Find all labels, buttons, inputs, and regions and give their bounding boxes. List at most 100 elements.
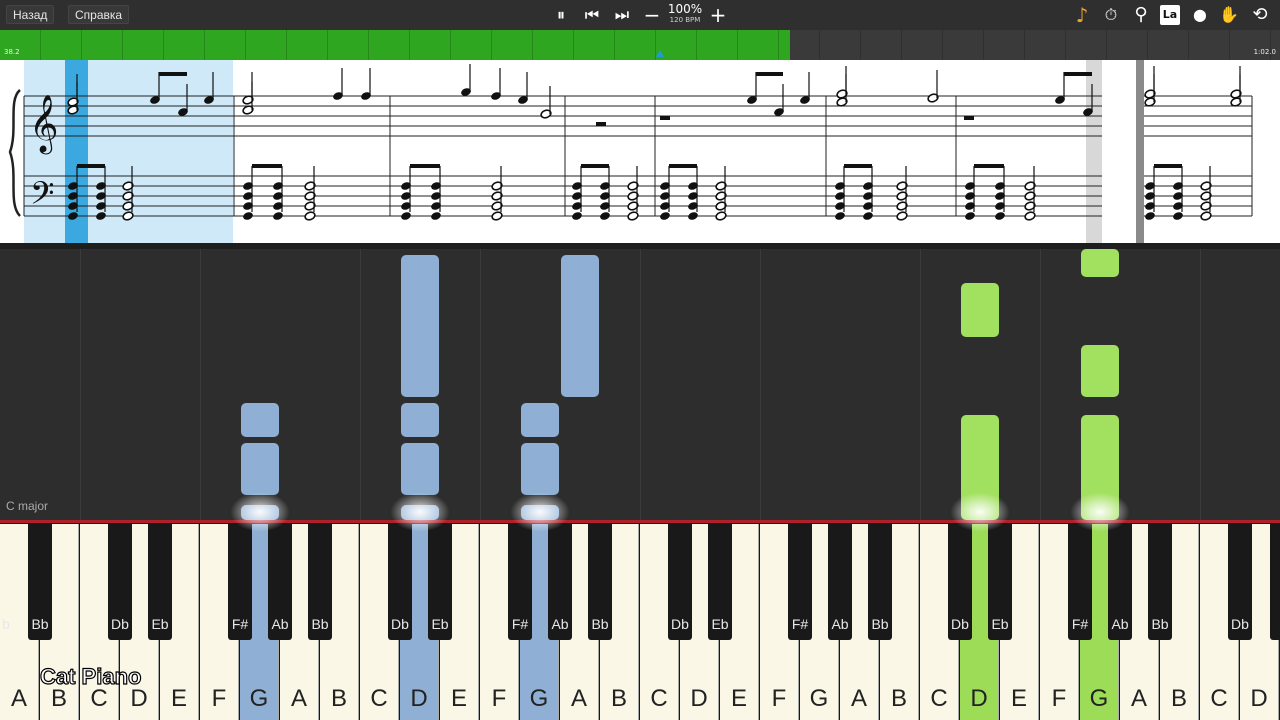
speed-increase-icon[interactable]: + xyxy=(707,4,729,26)
white-key-label: E xyxy=(730,685,747,712)
note-beam xyxy=(669,164,697,168)
white-key-label: A xyxy=(10,685,27,712)
notehead xyxy=(627,211,639,221)
black-key-label: Eb xyxy=(431,616,449,632)
search-icon[interactable]: ⚲ xyxy=(1130,4,1152,26)
white-key-label: B xyxy=(330,685,347,712)
black-key-label: Db xyxy=(391,616,409,632)
playhead-marker[interactable] xyxy=(656,50,665,57)
metronome-icon[interactable]: ⏱ xyxy=(1100,4,1122,26)
note-beam xyxy=(1154,164,1182,168)
notehead xyxy=(243,212,253,220)
white-key-label: C xyxy=(650,685,668,712)
previous-icon[interactable]: ⏮ xyxy=(581,4,603,26)
key-press-glow xyxy=(510,492,570,532)
pause-icon[interactable]: ⏸ xyxy=(550,4,572,26)
timeline-progress xyxy=(0,30,790,60)
help-button[interactable]: Справка xyxy=(68,5,130,24)
white-key-label: D xyxy=(970,685,988,712)
loop-icon[interactable]: ⟲ xyxy=(1249,4,1271,26)
black-key[interactable] xyxy=(1270,524,1280,640)
notehead xyxy=(995,212,1005,220)
bass-clef: 𝄢 xyxy=(30,175,54,219)
back-button[interactable]: Назад xyxy=(6,5,55,24)
white-key-label: C xyxy=(930,685,948,712)
black-key-label: Db xyxy=(671,616,689,632)
notehead xyxy=(688,212,698,220)
white-key-label: D xyxy=(1250,685,1268,712)
black-key-label: Db xyxy=(951,616,969,632)
timeline-scrubber[interactable]: 38.2 1:02.0 xyxy=(0,30,1280,60)
black-key-label: Db xyxy=(1231,616,1249,632)
key-press-glow xyxy=(950,492,1010,532)
notehead xyxy=(660,212,670,220)
timeline-tick xyxy=(983,30,984,60)
key-press-glow xyxy=(390,492,450,532)
timeline-tick xyxy=(696,30,697,60)
note-bar-left-hand xyxy=(241,403,279,437)
timeline-tick xyxy=(532,30,533,60)
timeline-tick xyxy=(286,30,287,60)
note-labels-toggle[interactable]: La xyxy=(1160,5,1180,25)
white-key-label: G xyxy=(529,685,549,712)
white-key-label: E xyxy=(1010,685,1027,712)
roll-octave-line xyxy=(760,249,761,520)
timeline-tick xyxy=(327,30,328,60)
speed-decrease-icon[interactable]: − xyxy=(641,4,663,26)
timeline-tick xyxy=(245,30,246,60)
rest-symbol xyxy=(964,116,974,120)
key-press-glow xyxy=(230,492,290,532)
notehead xyxy=(491,211,503,221)
noteheads xyxy=(67,64,1242,221)
tempo-bpm: 120 BPM xyxy=(669,16,701,24)
timeline-tick xyxy=(1147,30,1148,60)
note-beam xyxy=(410,164,440,168)
hand-icon[interactable]: ✋ xyxy=(1218,4,1240,26)
note-bar-left-hand xyxy=(401,403,439,437)
notehead xyxy=(1173,212,1183,220)
note-bar-left-hand xyxy=(521,443,559,495)
notehead xyxy=(715,211,727,221)
speed-display: 100% 120 BPM xyxy=(664,3,706,25)
note-icon[interactable]: ♪ xyxy=(1071,4,1093,26)
note-beam xyxy=(581,164,609,168)
notehead xyxy=(600,212,610,220)
note-beam xyxy=(159,72,187,76)
black-key-label: Bb xyxy=(591,616,609,632)
white-key-label: A xyxy=(290,685,307,712)
notehead xyxy=(1145,212,1155,220)
timeline-tick xyxy=(409,30,410,60)
black-key-label: Eb xyxy=(711,616,729,632)
white-key-label: G xyxy=(809,685,829,712)
timeline-tick xyxy=(122,30,123,60)
black-key-label: F# xyxy=(1071,616,1089,632)
black-key-label: F# xyxy=(791,616,809,632)
note-beam xyxy=(252,164,282,168)
white-key-label: F xyxy=(771,685,787,712)
note-beam xyxy=(77,164,105,168)
sheet-music[interactable]: 𝄞 𝄢 xyxy=(0,60,1280,243)
timeline-tick xyxy=(1065,30,1066,60)
timeline-tick xyxy=(778,30,779,60)
note-beam xyxy=(1064,72,1092,76)
rest-symbol xyxy=(596,122,606,126)
white-key-label: A xyxy=(850,685,867,712)
notehead xyxy=(431,212,441,220)
notehead xyxy=(1200,211,1212,221)
black-key-label: Eb xyxy=(991,616,1009,632)
timeline-tick xyxy=(40,30,41,60)
timeline-tick xyxy=(614,30,615,60)
location-icon[interactable]: ⬤ xyxy=(1189,4,1211,26)
notehead xyxy=(273,212,283,220)
white-key-label: C xyxy=(370,685,388,712)
next-icon[interactable]: ⏭ xyxy=(611,4,633,26)
timeline-tick xyxy=(163,30,164,60)
white-key-label: F xyxy=(211,685,227,712)
timeline-tick xyxy=(737,30,738,60)
timeline-tick xyxy=(942,30,943,60)
rest-symbol xyxy=(660,116,670,120)
black-key-label: F# xyxy=(231,616,249,632)
notehead xyxy=(1024,211,1036,221)
note-beam xyxy=(844,164,872,168)
notehead xyxy=(401,212,411,220)
